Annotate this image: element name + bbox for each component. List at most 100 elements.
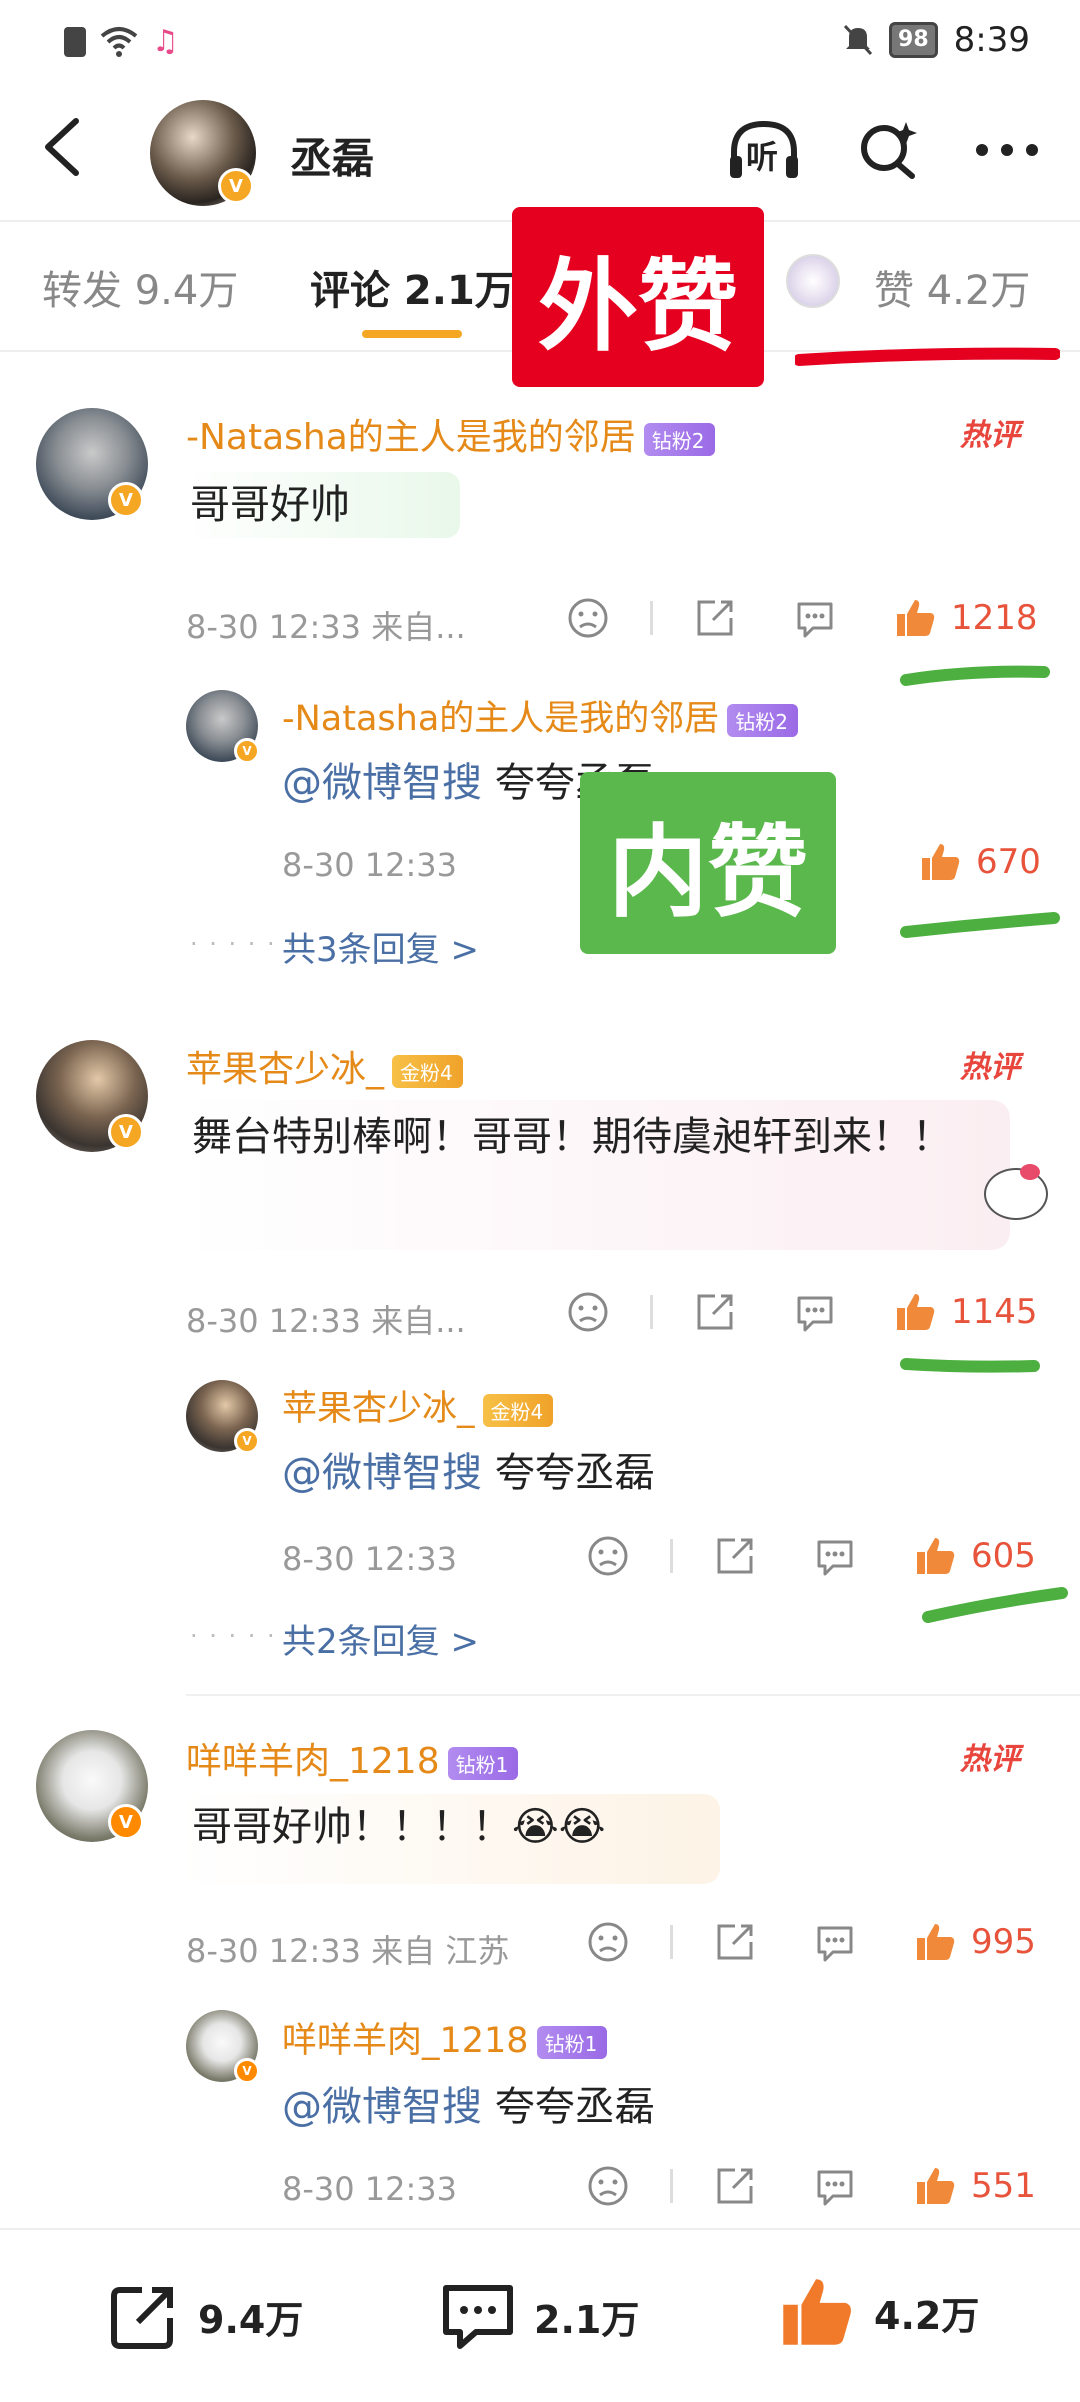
comment-actions: 1145	[566, 1290, 1038, 1334]
reply-like[interactable]: 670	[918, 840, 1041, 884]
dislike-icon[interactable]	[566, 1290, 610, 1334]
dislike-icon[interactable]	[566, 596, 610, 640]
comment-time: 8-30 12:33 来自...	[186, 608, 466, 646]
green-underline-mark	[900, 912, 1060, 938]
fan-badge: 金粉4	[392, 1054, 463, 1088]
action-divider	[670, 2169, 673, 2203]
share-icon[interactable]	[713, 1920, 757, 1964]
like-icon[interactable]	[893, 1290, 937, 1334]
verified-badge-icon: V	[108, 482, 144, 518]
listen-button[interactable]: 听	[726, 118, 802, 182]
reply-time: 8-30 12:33	[282, 1540, 458, 1578]
like-count: 670	[976, 842, 1041, 882]
reply-username[interactable]: -Natasha的主人是我的邻居 钻粉2	[282, 690, 799, 741]
notification-icon	[64, 26, 86, 57]
comment-actions: 1218	[566, 596, 1038, 640]
like-count: 605	[971, 1536, 1036, 1576]
mention-link[interactable]: @微博智搜	[282, 2084, 482, 2130]
comment-username[interactable]: -Natasha的主人是我的邻居 钻粉2	[186, 408, 715, 460]
comment-text: 哥哥好帅	[180, 472, 460, 538]
like-icon[interactable]	[913, 2164, 957, 2208]
reply-text: @微博智搜 夸夸丞磊	[282, 1440, 655, 1506]
action-divider	[670, 1539, 673, 1573]
like-icon[interactable]	[913, 1534, 957, 1578]
tab-likes[interactable]: 赞 4.2万	[874, 258, 1030, 316]
more-replies-link[interactable]: 共3条回复 >	[282, 922, 479, 971]
green-underline-mark	[900, 665, 1050, 686]
mention-link[interactable]: @微博智搜	[282, 1450, 482, 1496]
dislike-icon[interactable]	[586, 1920, 630, 1964]
dislike-icon[interactable]	[586, 2164, 630, 2208]
tab-reposts[interactable]: 转发 9.4万	[42, 258, 238, 316]
more-icon[interactable]	[974, 142, 1040, 158]
reply-icon[interactable]	[813, 1920, 857, 1964]
hot-comment-badge: 热评	[960, 418, 1020, 453]
reply-username[interactable]: 苹果杏少冰_ 金粉4	[282, 1380, 554, 1431]
reply-icon[interactable]	[793, 596, 837, 640]
reply-time: 8-30 12:33	[282, 2170, 458, 2208]
like-icon[interactable]	[913, 1920, 957, 1964]
repost-button[interactable]: 9.4万	[108, 2280, 303, 2352]
like-total: 4.2万	[874, 2293, 980, 2338]
comment-username[interactable]: 苹果杏少冰_ 金粉4	[186, 1040, 463, 1092]
like-icon[interactable]	[918, 840, 962, 884]
like-count: 995	[971, 1922, 1036, 1962]
reply-username[interactable]: 咩咩羊肉_1218 钻粉1	[282, 2012, 608, 2063]
action-divider	[650, 601, 653, 635]
reply-icon[interactable]	[813, 2164, 857, 2208]
share-icon[interactable]	[713, 1534, 757, 1578]
music-icon: ♫	[152, 24, 179, 59]
comment-text: 舞台特别棒啊！哥哥！期待虞昶轩到来！！	[180, 1100, 1010, 1250]
header-actions: 听	[726, 118, 1040, 182]
reply-body: 夸夸丞磊	[482, 2084, 655, 2130]
reply-actions: 605	[586, 1534, 1036, 1578]
username-text: -Natasha的主人是我的邻居	[282, 699, 720, 739]
like-button[interactable]: 4.2万	[776, 2272, 979, 2352]
hot-comment-badge: 热评	[960, 1742, 1020, 1777]
reply-icon[interactable]	[793, 1290, 837, 1334]
dislike-icon[interactable]	[586, 1534, 630, 1578]
more-replies-link[interactable]: 共2条回复 >	[282, 1614, 479, 1663]
reply-time: 8-30 12:33	[282, 846, 458, 884]
author-name[interactable]: 丞磊	[290, 125, 374, 186]
fan-badge: 钻粉2	[643, 422, 715, 456]
comment-divider	[186, 1694, 1080, 1696]
fan-badge: 金粉4	[482, 1393, 554, 1427]
verified-badge-icon: V	[234, 738, 260, 764]
status-right: 98 8:39	[843, 20, 1030, 60]
reply-dots: · · · · · ·	[190, 1622, 296, 1650]
repost-count: 9.4万	[198, 2297, 304, 2342]
verified-badge-icon: V	[234, 1428, 260, 1454]
reply-icon[interactable]	[813, 1534, 857, 1578]
username-text: 苹果杏少冰_	[282, 1389, 475, 1429]
share-icon[interactable]	[693, 1290, 737, 1334]
username-text: 咩咩羊肉_1218	[186, 1741, 440, 1782]
comment-actions: 995	[586, 1920, 1036, 1964]
like-user-avatar	[786, 254, 840, 308]
like-count: 1145	[951, 1292, 1038, 1332]
comment-time: 8-30 12:33 来自 江苏	[186, 1932, 510, 1970]
ai-search-icon[interactable]	[856, 118, 920, 182]
like-icon[interactable]	[893, 596, 937, 640]
repost-icon	[111, 2287, 173, 2349]
comment-button[interactable]: 2.1万	[440, 2280, 639, 2352]
battery-indicator: 98	[889, 22, 938, 58]
clock: 8:39	[953, 20, 1030, 60]
verified-badge-icon: V	[108, 1804, 144, 1840]
back-icon[interactable]	[40, 115, 84, 179]
fan-badge: 钻粉1	[536, 2025, 608, 2059]
comment-text: 哥哥好帅！！！！😭😭	[180, 1794, 720, 1884]
username-text: 咩咩羊肉_1218	[282, 2021, 529, 2061]
tab-comments[interactable]: 评论 2.1万	[310, 258, 515, 316]
comment-time: 8-30 12:33 来自...	[186, 1302, 466, 1340]
status-left-icons: ♫	[64, 24, 179, 59]
like-count: 551	[971, 2166, 1036, 2206]
share-icon[interactable]	[713, 2164, 757, 2208]
share-icon[interactable]	[693, 596, 737, 640]
green-underline-mark	[900, 1358, 1040, 1373]
listen-label: 听	[746, 138, 779, 176]
mention-link[interactable]: @微博智搜	[282, 760, 482, 806]
verified-badge-icon: V	[108, 1114, 144, 1150]
fan-badge: 钻粉1	[447, 1746, 519, 1780]
comment-username[interactable]: 咩咩羊肉_1218 钻粉1	[186, 1732, 519, 1784]
